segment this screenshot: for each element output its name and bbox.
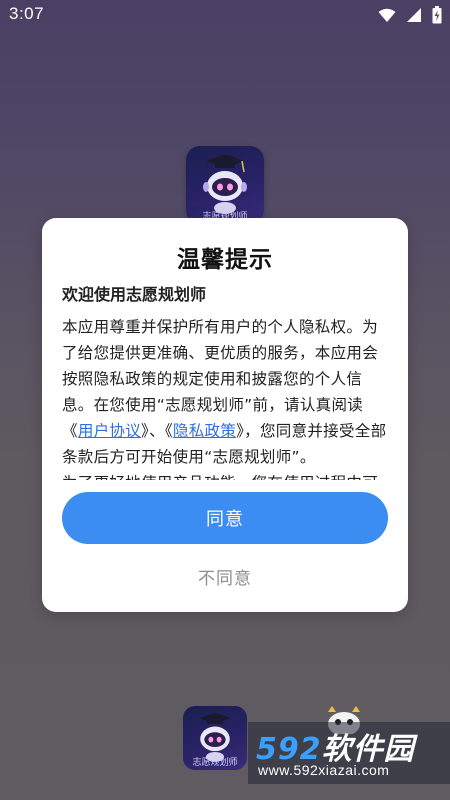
status-bar: 3:07 [0,0,450,30]
cell-signal-icon [406,7,422,23]
app-icon: 志愿规划师 [186,146,264,224]
watermark: 592软件园 www.592xiazai.com [248,722,450,784]
body-heading: 欢迎使用志愿规划师 [62,285,207,304]
dialog-title: 温馨提示 [177,247,273,273]
dialog-body[interactable]: 欢迎使用志愿规划师 本应用尊重并保护所有用户的个人隐私权。为了给您提供更准确、更… [62,284,390,480]
agree-button[interactable]: 同意 [62,492,388,544]
status-icons [378,6,442,24]
user-agreement-link[interactable]: 用户协议 [78,422,141,440]
privacy-text: 本应用尊重并保护所有用户的个人隐私权。为了给您提供更准确、更优质的服务，本应用会… [62,314,390,470]
disagree-button[interactable]: 不同意 [42,558,408,594]
wifi-icon [378,8,396,23]
watermark-url: www.592xiazai.com [258,762,390,778]
app-icon-bottom: 志愿规划师 [183,706,247,770]
privacy-policy-link[interactable]: 隐私政策 [173,422,236,440]
battery-charging-icon [432,6,442,24]
privacy-text-paragraph-2: 为了更好地使用产品功能，您在使用过程中可 [62,470,390,480]
status-time: 3:07 [9,4,45,23]
privacy-dialog: 温馨提示 欢迎使用志愿规划师 本应用尊重并保护所有用户的个人隐私权。为了给您提供… [42,218,408,612]
app-icon-caption: 志愿规划师 [192,758,238,768]
privacy-text-part-2: 》、《 [141,422,173,440]
